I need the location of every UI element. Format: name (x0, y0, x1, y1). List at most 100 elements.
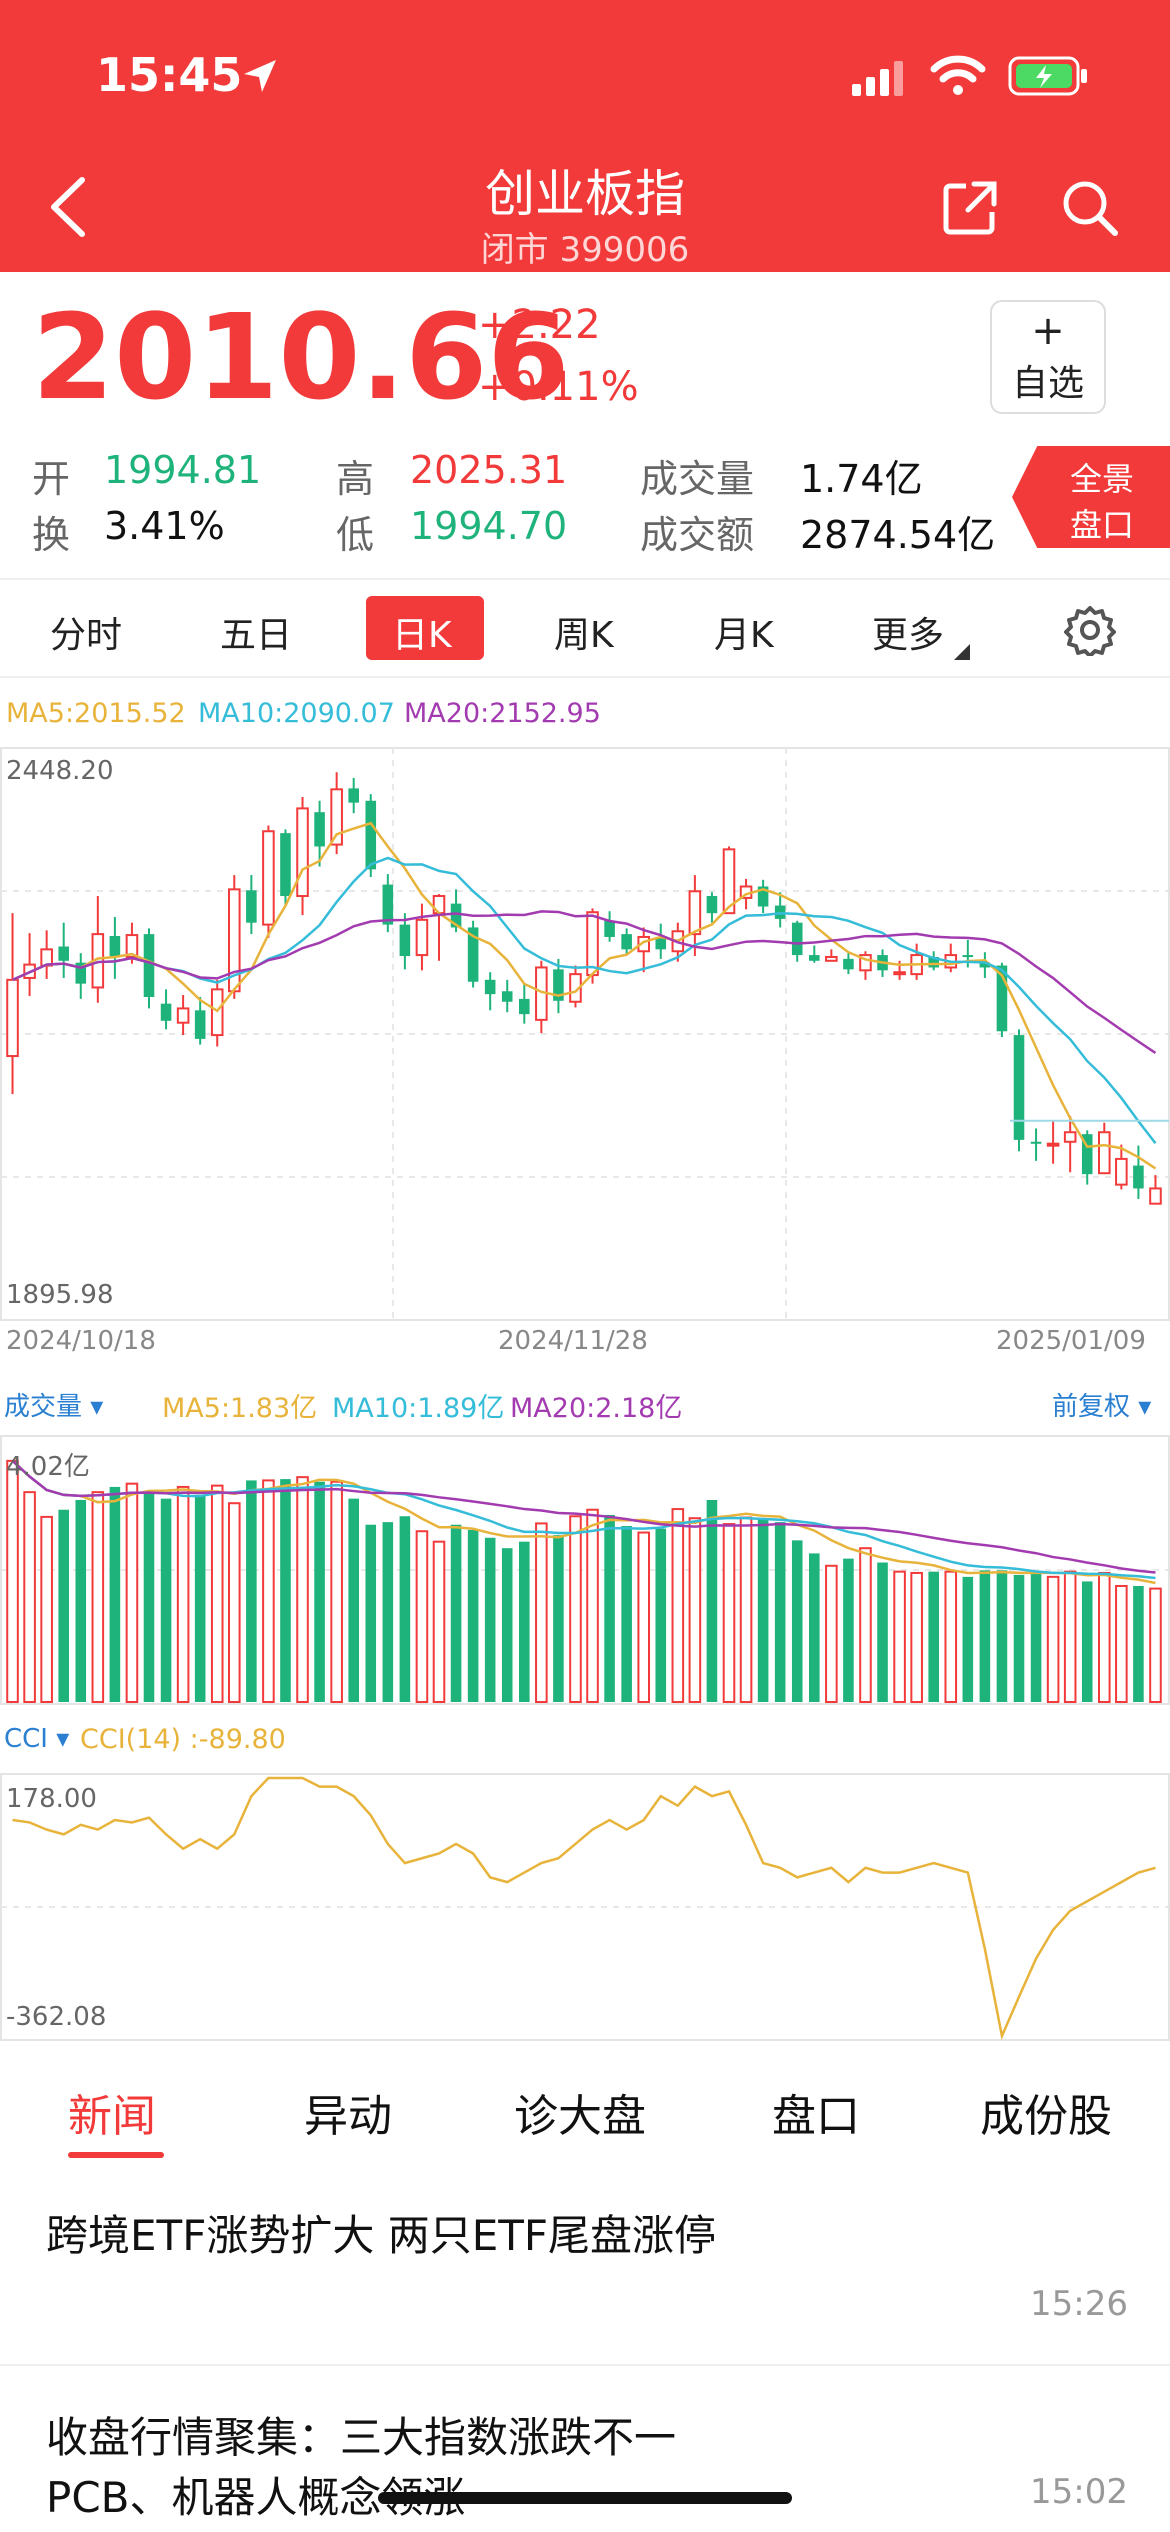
candle-body (604, 920, 615, 937)
candle-body (706, 896, 718, 914)
volume-bar (604, 1514, 615, 1702)
volume-bar (75, 1499, 87, 1702)
candle-body (160, 1003, 172, 1021)
volume-bar (1081, 1581, 1093, 1702)
volume-ma20-label: MA20:2.18亿 (510, 1393, 683, 1424)
kline-date-mid: 2024/11/28 (498, 1326, 648, 1356)
candle-body (484, 979, 496, 995)
candle-body (58, 946, 69, 961)
volume-bar (194, 1494, 206, 1702)
cci-y-min: -362.08 (6, 2002, 107, 2032)
adjust-mode-label: 前复权 (1052, 1392, 1131, 1422)
volume-bar (1133, 1585, 1144, 1702)
panel-frame (0, 747, 1170, 1321)
volume-bar (671, 1508, 685, 1704)
news-item[interactable]: 跨境ETF涨势扩大 两只ETF尾盘涨停 15:26 (0, 2180, 1170, 2364)
volume-bar (467, 1529, 479, 1702)
volume-panel-label: 成交量 (4, 1392, 83, 1422)
volume-bar (23, 1491, 36, 1703)
volume-bar (228, 1502, 241, 1703)
volume-bar (6, 1459, 19, 1703)
kline-y-max: 2448.20 (6, 756, 114, 786)
candle-body (365, 800, 377, 870)
candle-body (893, 971, 906, 976)
candle-body (296, 807, 309, 898)
candle-body (6, 978, 19, 1058)
volume-bar (637, 1531, 650, 1703)
volume-bar (91, 1491, 105, 1703)
volume-bar (484, 1537, 496, 1702)
volume-bar (791, 1540, 803, 1702)
volume-bar (910, 1571, 923, 1703)
volume-indicator-select[interactable]: 成交量 ▾ (4, 1386, 103, 1423)
volume-bar (143, 1491, 155, 1702)
volume-bar (655, 1528, 667, 1702)
news-tab-orderbook[interactable]: 盘口 (772, 2080, 860, 2144)
candle-body (314, 812, 325, 847)
candle-body (262, 830, 275, 926)
volume-bar (774, 1522, 786, 1702)
cci-value-label: CCI(14) :-89.80 (80, 1724, 286, 1755)
volume-bar (365, 1524, 377, 1702)
volume-bar (1063, 1570, 1077, 1703)
volume-bar (859, 1547, 872, 1704)
volume-bar (348, 1498, 359, 1702)
volume-bar (40, 1515, 53, 1704)
news-title: 收盘行情聚集：三大指数涨跌不一 PCB、机器人概念领涨 (46, 2413, 677, 2522)
candle-body (194, 1010, 206, 1039)
candle-body (501, 991, 513, 1002)
volume-bar (415, 1530, 429, 1703)
volume-bar (809, 1553, 820, 1702)
candle-body (825, 955, 838, 962)
candle-body (1149, 1187, 1162, 1205)
candle-body (621, 934, 632, 950)
volume-bar (246, 1480, 257, 1702)
volume-bar (757, 1519, 769, 1702)
news-tab-constituents[interactable]: 成份股 (980, 2080, 1112, 2144)
candle-body (109, 936, 121, 957)
volume-bar (1115, 1584, 1128, 1703)
volume-bar (893, 1570, 906, 1703)
dropdown-caret-icon: ▾ (1130, 1392, 1152, 1422)
candle-body (809, 955, 820, 961)
candle-body (1013, 1035, 1025, 1140)
volume-bar (688, 1517, 702, 1704)
volume-bar (979, 1570, 991, 1702)
candle-body (280, 833, 291, 897)
volume-ma5-label: MA5:1.83亿 (162, 1393, 318, 1424)
volume-bar (1149, 1587, 1162, 1704)
news-tab-movement[interactable]: 异动 (304, 2080, 392, 2144)
volume-bar (553, 1535, 564, 1702)
candle-body (519, 998, 530, 1015)
volume-bar (1098, 1571, 1111, 1703)
volume-bar (621, 1526, 632, 1702)
volume-bar (399, 1516, 411, 1702)
volume-bar (877, 1562, 888, 1702)
candle-body (348, 788, 359, 803)
news-tab-diagnosis[interactable]: 诊大盘 (514, 2080, 646, 2144)
volume-bar (928, 1571, 939, 1702)
news-item[interactable]: 收盘行情聚集：三大指数涨跌不一 PCB、机器人概念领涨 15:02 (0, 2366, 1170, 2532)
candle-body (176, 1007, 190, 1024)
volume-bar (125, 1482, 139, 1703)
volume-bar (432, 1540, 446, 1703)
candle-body (962, 955, 974, 958)
candle-body (246, 890, 257, 923)
cci-indicator-select[interactable]: CCI ▾ (4, 1724, 69, 1754)
volume-bar (996, 1570, 1008, 1702)
adjust-mode-select[interactable]: 前复权 ▾ (1052, 1386, 1151, 1423)
volume-bar (586, 1508, 599, 1704)
candle-body (1063, 1131, 1077, 1143)
panel-frame (0, 1435, 1170, 1705)
volume-bar (210, 1484, 224, 1704)
candle-body (1133, 1165, 1144, 1189)
candle-body (1030, 1141, 1042, 1144)
news-tab-news[interactable]: 新闻 (68, 2080, 156, 2144)
volume-ma10-label: MA10:1.89亿 (332, 1393, 505, 1424)
volume-bar (330, 1480, 343, 1703)
volume-bar (296, 1476, 309, 1704)
volume-bar (843, 1558, 854, 1702)
volume-bar (706, 1499, 718, 1702)
volume-bar (1030, 1571, 1042, 1702)
candle-body (586, 911, 599, 977)
